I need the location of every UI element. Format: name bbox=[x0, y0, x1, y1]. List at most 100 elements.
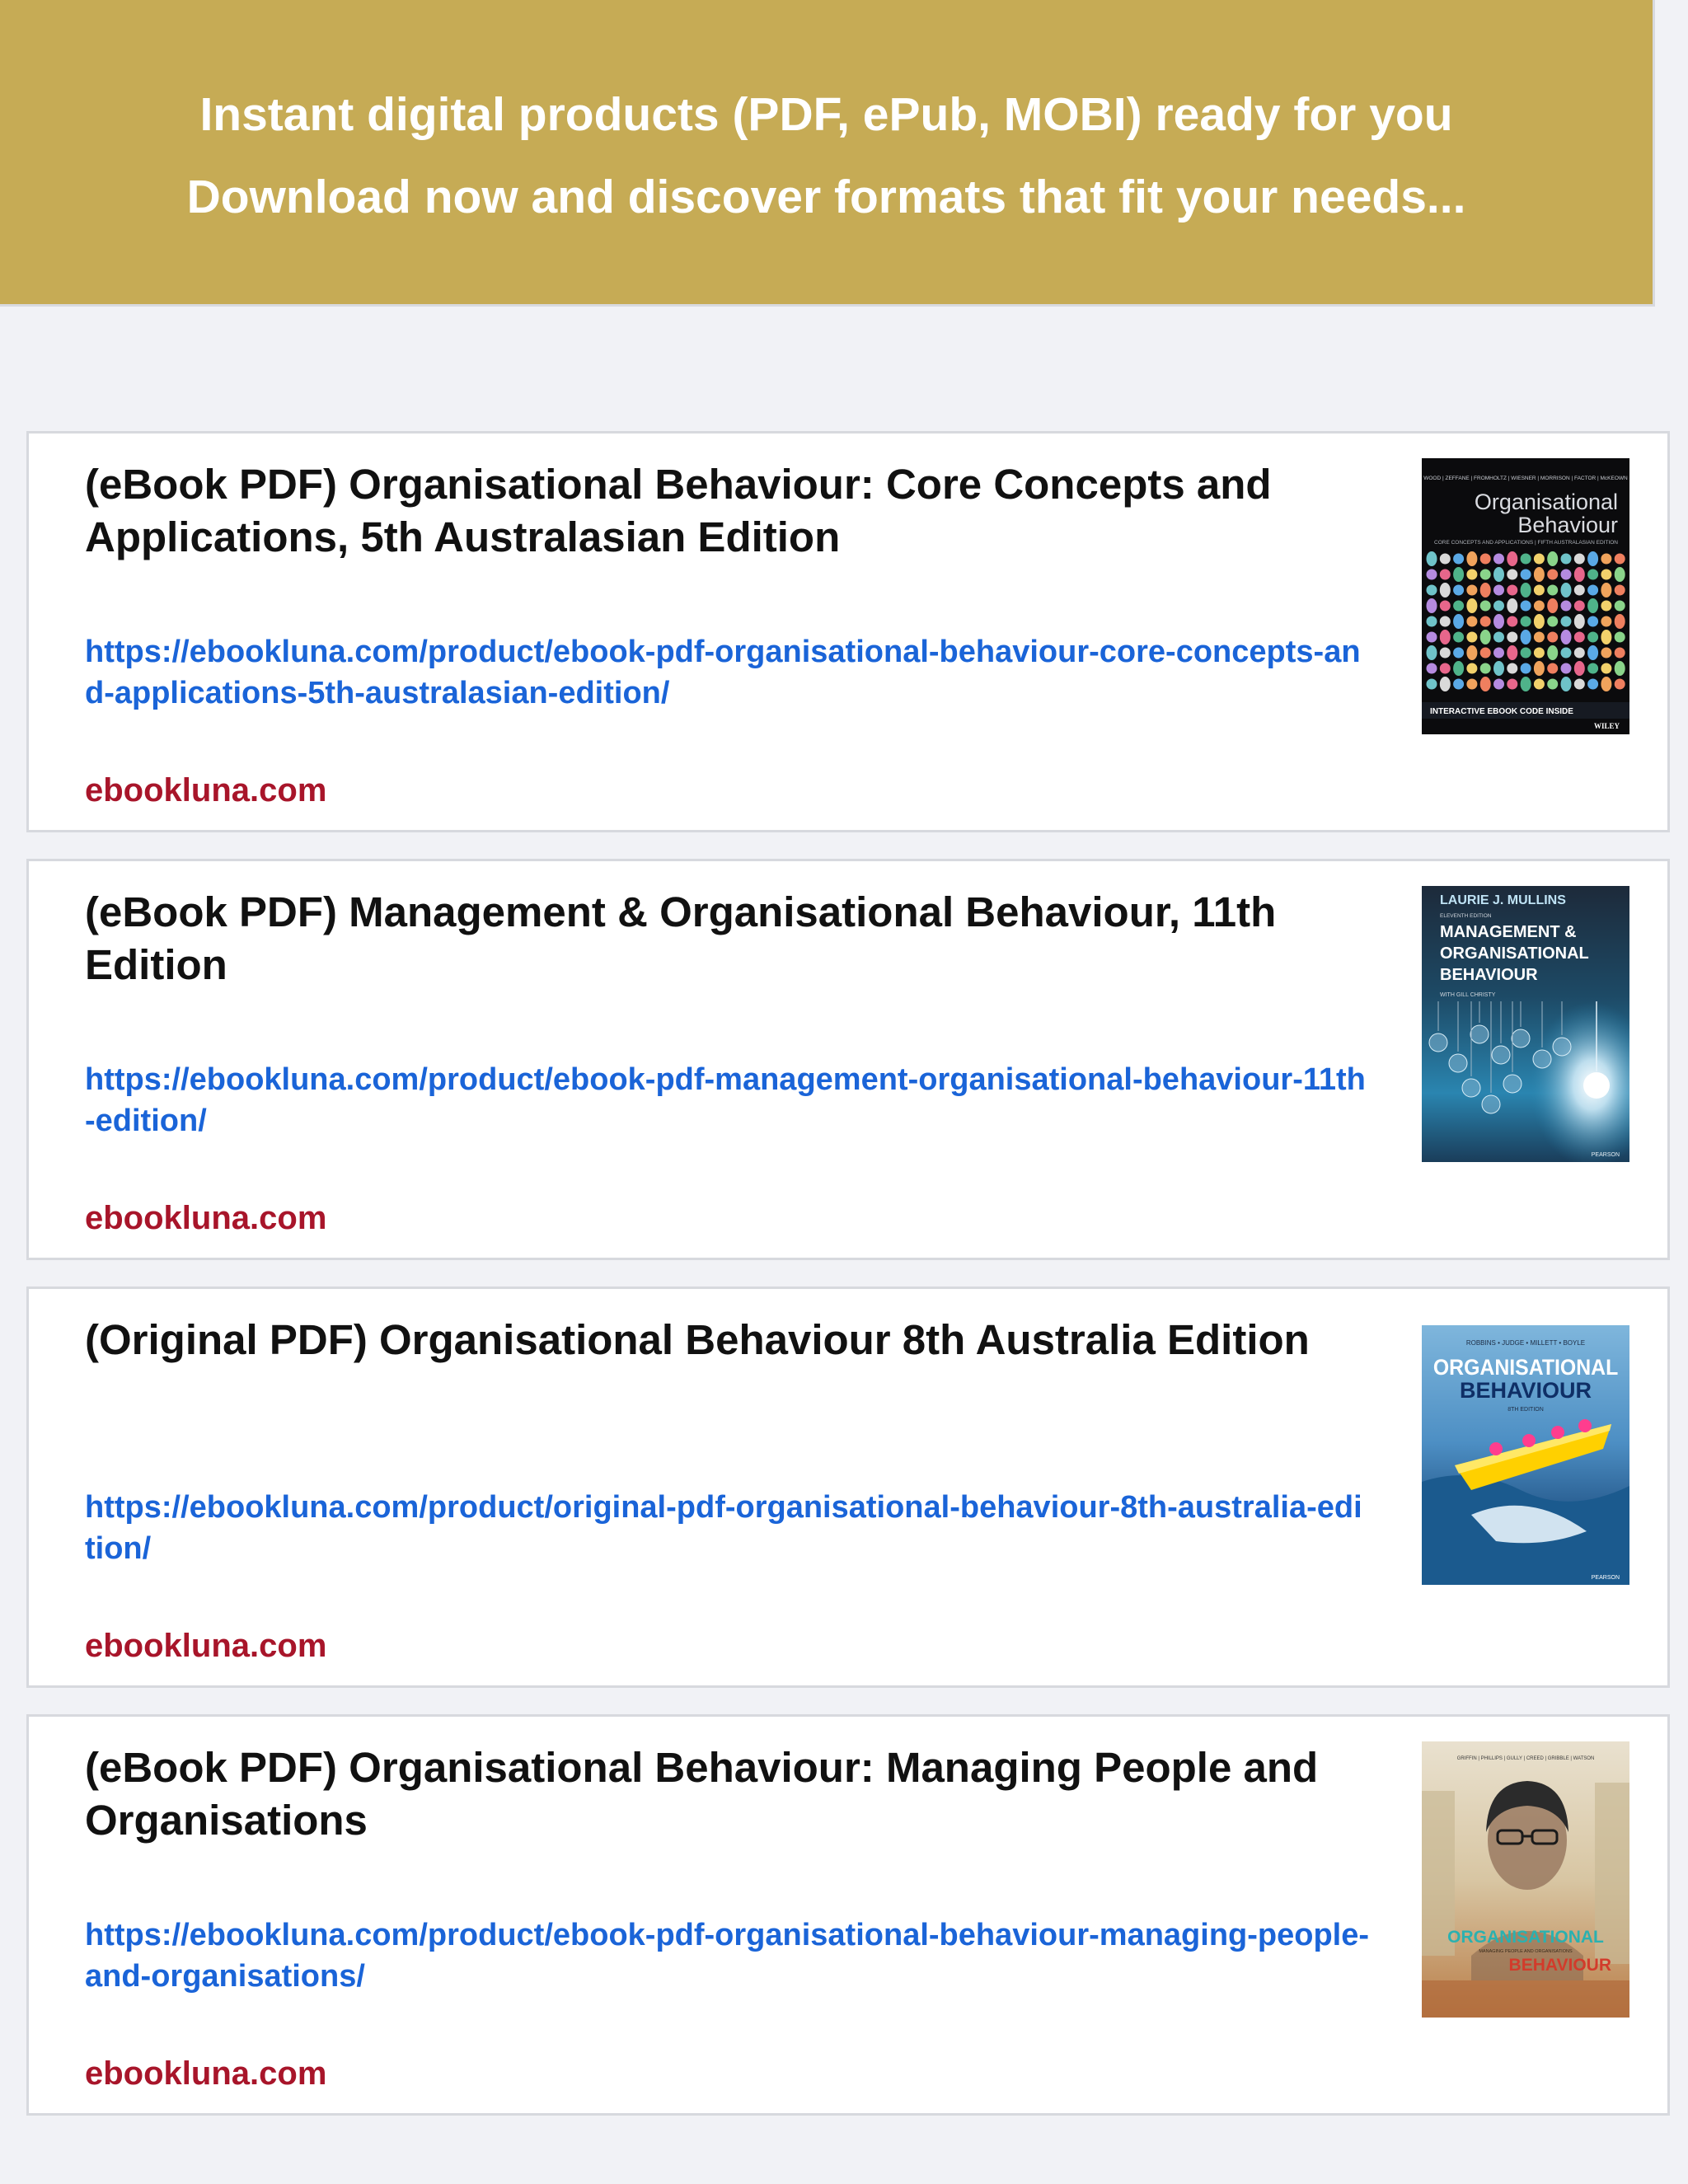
cover-dot bbox=[1533, 661, 1545, 676]
product-link[interactable]: https://ebookluna.com/product/ebook-pdf-… bbox=[85, 1059, 1371, 1141]
cover-dot bbox=[1453, 661, 1465, 676]
bulb bbox=[1481, 1094, 1501, 1114]
cover-dot bbox=[1614, 647, 1625, 658]
cover-dot bbox=[1479, 553, 1491, 565]
cover-dot bbox=[1426, 645, 1437, 660]
cover-dot bbox=[1573, 631, 1585, 643]
cover-dot bbox=[1573, 678, 1585, 690]
cover-dot bbox=[1614, 678, 1625, 690]
cover-dot bbox=[1533, 600, 1545, 612]
product-card: (eBook PDF) Organisational Behaviour: Co… bbox=[26, 431, 1670, 832]
cover-dot bbox=[1547, 569, 1559, 580]
cover-dot bbox=[1560, 553, 1572, 565]
cover-dot bbox=[1614, 631, 1625, 643]
cover-dot bbox=[1533, 631, 1545, 643]
cover-dot bbox=[1560, 583, 1572, 598]
cover-dot bbox=[1614, 567, 1625, 582]
cover-dot bbox=[1466, 584, 1478, 596]
lit-bulb bbox=[1583, 1072, 1610, 1099]
product-link[interactable]: https://ebookluna.com/product/ebook-pdf-… bbox=[85, 631, 1371, 714]
book-cover-image[interactable]: GRIFFIN | PHILLIPS | GULLY | CREED | GRI… bbox=[1422, 1741, 1629, 2018]
cover-dot bbox=[1520, 583, 1531, 598]
cover-dot bbox=[1453, 553, 1465, 565]
cover-dot bbox=[1520, 677, 1531, 691]
cover-dot bbox=[1601, 553, 1612, 565]
cover-art: GRIFFIN | PHILLIPS | GULLY | CREED | GRI… bbox=[1422, 1741, 1629, 2018]
cover-authors: ROBBINS • JUDGE • MILLETT • BOYLE bbox=[1466, 1339, 1585, 1347]
cover-dot bbox=[1479, 677, 1491, 691]
cover-dot bbox=[1547, 616, 1559, 627]
cover-title-line2: BEHAVIOUR bbox=[1460, 1378, 1592, 1403]
cover-dot bbox=[1439, 616, 1451, 627]
cover-dot bbox=[1587, 616, 1599, 627]
product-link[interactable]: https://ebookluna.com/product/original-p… bbox=[85, 1487, 1371, 1569]
book-cover-image[interactable]: LAURIE J. MULLINS ELEVENTH EDITION MANAG… bbox=[1422, 886, 1629, 1162]
cover-dot bbox=[1520, 663, 1531, 674]
cover-dot bbox=[1601, 677, 1612, 691]
cover-dot bbox=[1507, 678, 1518, 690]
cover-dot bbox=[1601, 600, 1612, 612]
cover-dot bbox=[1493, 567, 1504, 582]
cover-dot bbox=[1507, 645, 1518, 660]
cover-dot bbox=[1479, 663, 1491, 674]
product-title: (eBook PDF) Organisational Behaviour: Ma… bbox=[85, 1744, 1319, 1844]
cover-dot bbox=[1587, 551, 1599, 566]
source-label: ebookluna.com bbox=[85, 772, 327, 808]
cover-art: LAURIE J. MULLINS ELEVENTH EDITION MANAG… bbox=[1422, 886, 1629, 1162]
cover-dot bbox=[1426, 551, 1437, 566]
bulb bbox=[1461, 1078, 1481, 1098]
promo-banner: Instant digital products (PDF, ePub, MOB… bbox=[0, 0, 1655, 307]
cover-dot bbox=[1426, 584, 1437, 596]
cover-dot bbox=[1560, 569, 1572, 580]
cover-edition: ELEVENTH EDITION bbox=[1440, 913, 1492, 919]
cover-dot bbox=[1547, 584, 1559, 596]
cover-dot bbox=[1466, 569, 1478, 580]
cover-dot bbox=[1453, 600, 1465, 612]
cover-dot bbox=[1547, 663, 1559, 674]
cover-dot bbox=[1601, 583, 1612, 598]
cover-dot bbox=[1573, 600, 1585, 612]
cover-dot bbox=[1614, 584, 1625, 596]
cover-dot bbox=[1466, 551, 1478, 566]
cover-publisher: PEARSON bbox=[1592, 1575, 1620, 1581]
cover-dot bbox=[1439, 630, 1451, 644]
book-cover-image[interactable]: ROBBINS • JUDGE • MILLETT • BOYLE ORGANI… bbox=[1422, 1325, 1629, 1585]
product-title: (eBook PDF) Organisational Behaviour: Co… bbox=[85, 461, 1272, 560]
cover-dot bbox=[1560, 600, 1572, 612]
product-link[interactable]: https://ebookluna.com/product/ebook-pdf-… bbox=[85, 1915, 1371, 1997]
book-cover-image[interactable]: WOOD | ZEFFANE | FROMHOLTZ | WIESNER | M… bbox=[1422, 458, 1629, 734]
cover-dot bbox=[1547, 678, 1559, 690]
cover-dot bbox=[1507, 569, 1518, 580]
cover-dot bbox=[1520, 647, 1531, 658]
product-title: (Original PDF) Organisational Behaviour … bbox=[85, 1316, 1310, 1363]
cover-dot bbox=[1547, 551, 1559, 566]
bulb bbox=[1552, 1037, 1572, 1057]
cover-dot bbox=[1479, 600, 1491, 612]
cover-publisher: PEARSON bbox=[1592, 1152, 1620, 1158]
cover-dot bbox=[1520, 600, 1531, 612]
cover-dot bbox=[1493, 631, 1504, 643]
cover-dot bbox=[1573, 614, 1585, 629]
cover-dot bbox=[1439, 600, 1451, 612]
cover-authors: WOOD | ZEFFANE | FROMHOLTZ | WIESNER | M… bbox=[1423, 476, 1628, 481]
cover-dot bbox=[1573, 584, 1585, 596]
cover-dot bbox=[1493, 661, 1504, 676]
cover-dot bbox=[1520, 569, 1531, 580]
cover-title-line2: BEHAVIOUR bbox=[1509, 1956, 1611, 1975]
cover-dot bbox=[1507, 663, 1518, 674]
bulb bbox=[1532, 1049, 1552, 1069]
cover-dot bbox=[1560, 616, 1572, 627]
product-card: (eBook PDF) Management & Organisational … bbox=[26, 859, 1670, 1260]
cover-dot bbox=[1533, 584, 1545, 596]
cover-dot bbox=[1533, 614, 1545, 629]
cover-title-line3: BEHAVIOUR bbox=[1440, 966, 1538, 984]
cover-dot bbox=[1587, 569, 1599, 580]
cover-dot bbox=[1493, 678, 1504, 690]
cover-author: LAURIE J. MULLINS bbox=[1440, 893, 1566, 907]
cover-dot bbox=[1439, 569, 1451, 580]
cover-dot bbox=[1601, 663, 1612, 674]
cover-dot bbox=[1439, 647, 1451, 658]
cover-publisher: WILEY bbox=[1594, 722, 1620, 730]
cover-dot bbox=[1466, 663, 1478, 674]
cover-dot bbox=[1479, 647, 1491, 658]
